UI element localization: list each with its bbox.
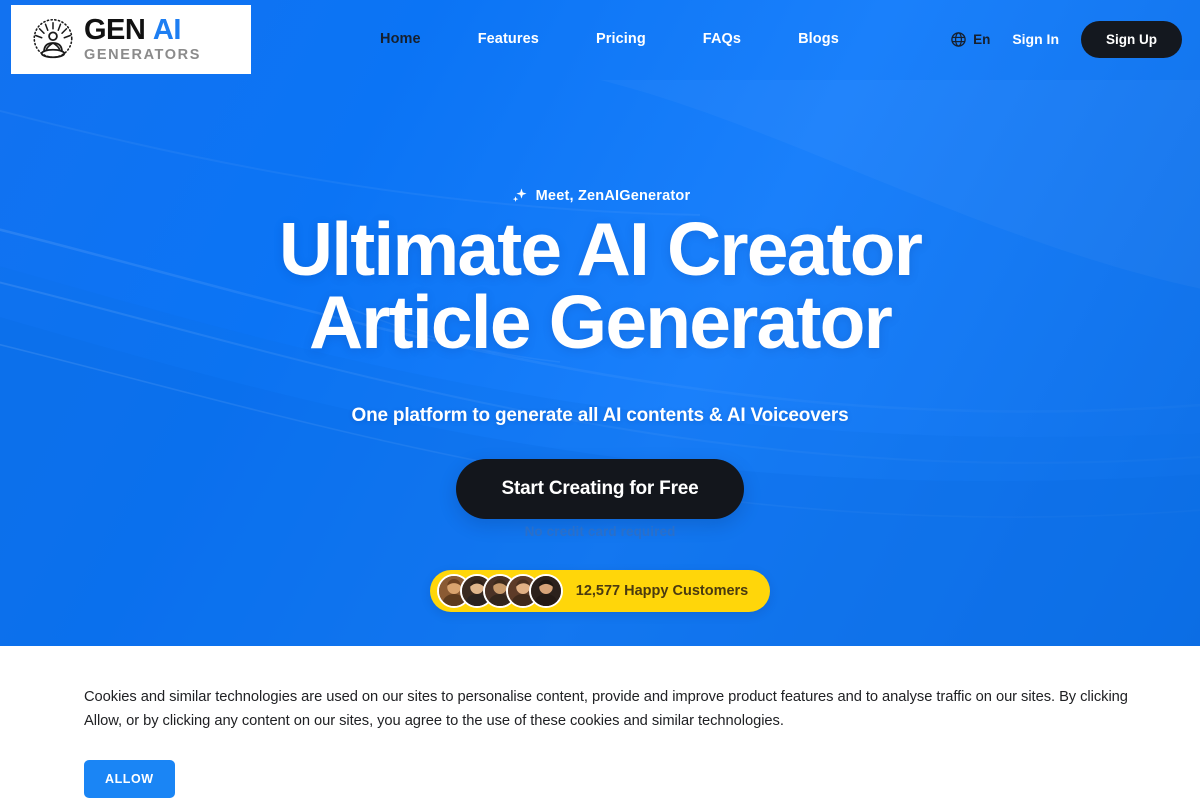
nav-item-home[interactable]: Home <box>380 31 421 47</box>
sign-in-link[interactable]: Sign In <box>1012 31 1059 47</box>
social-proof-wrapper: 12,577 Happy Customers <box>0 570 1200 612</box>
sign-up-button[interactable]: Sign Up <box>1081 20 1182 58</box>
hero-eyebrow-label: Meet, ZenAIGenerator <box>535 187 691 204</box>
hero-eyebrow: Meet, ZenAIGenerator <box>0 186 1200 205</box>
meditating-figure-icon <box>33 18 73 58</box>
sparkle-icon <box>512 188 527 202</box>
happy-customers-badge: 12,577 Happy Customers <box>429 570 771 612</box>
language-label: En <box>973 31 991 47</box>
cookie-consent-banner: Cookies and similar technologies are use… <box>0 646 1200 800</box>
nav-item-faqs[interactable]: FAQs <box>703 31 741 47</box>
no-credit-card-note: No credit card required <box>524 524 676 539</box>
language-selector[interactable]: En <box>950 31 990 48</box>
happy-customers-label: 12,577 Happy Customers <box>575 583 749 599</box>
logo[interactable]: GEN AI GENERATORS <box>11 5 251 74</box>
customer-avatar-group <box>436 574 563 608</box>
logo-name-gen: GEN <box>84 14 146 47</box>
logo-name: GEN AI <box>84 16 201 45</box>
hero-headline: Ultimate AI Creator Article Generator <box>0 212 1200 364</box>
hero-subheadline: One platform to generate all AI contents… <box>351 405 849 426</box>
hero-headline-line1: Ultimate AI Creator <box>278 207 923 291</box>
nav-item-pricing[interactable]: Pricing <box>596 31 646 47</box>
cookie-consent-text: Cookies and similar technologies are use… <box>84 689 1128 729</box>
hero-section: Meet, ZenAIGenerator Ultimate AI Creator… <box>0 0 1200 646</box>
main-navigation: Home Features Pricing FAQs Blogs <box>380 0 839 78</box>
cookie-allow-button[interactable]: ALLOW <box>84 759 175 798</box>
nav-item-blogs[interactable]: Blogs <box>798 31 839 47</box>
logo-name-ai: AI <box>152 14 182 47</box>
logo-wordmark: GEN AI GENERATORS <box>84 16 201 63</box>
hero-cta-wrapper: Start Creating for Free <box>0 459 1200 519</box>
site-header: GEN AI GENERATORS Home Features Pricing … <box>0 0 1200 78</box>
nav-item-features[interactable]: Features <box>478 31 539 47</box>
globe-icon <box>951 31 966 47</box>
hero-headline-line2: Article Generator <box>308 279 893 364</box>
avatar <box>528 574 563 608</box>
logo-tagline: GENERATORS <box>84 47 201 64</box>
page-root: Meet, ZenAIGenerator Ultimate AI Creator… <box>0 0 1200 800</box>
header-actions: En Sign In Sign Up <box>950 0 1182 78</box>
start-creating-button[interactable]: Start Creating for Free <box>456 459 744 519</box>
